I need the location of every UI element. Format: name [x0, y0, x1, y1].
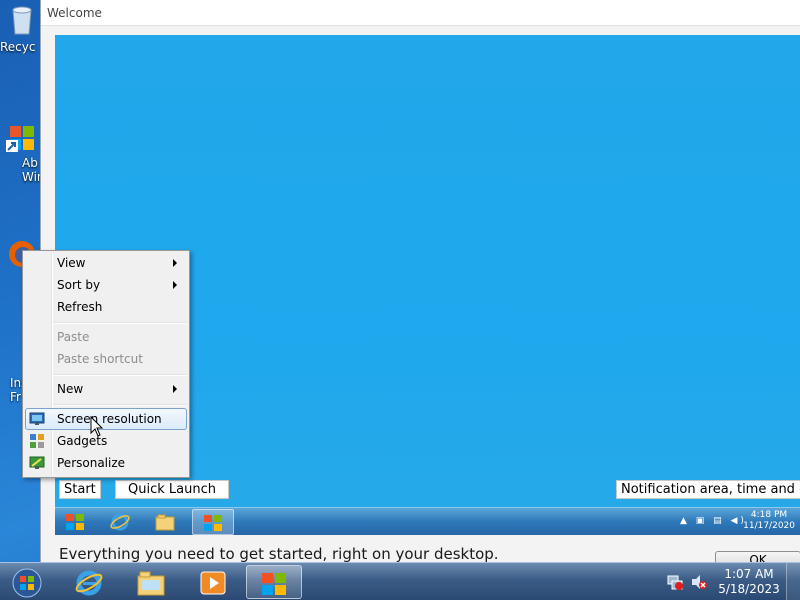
welcome-body-text: Everything you need to get started, righ…	[59, 545, 499, 563]
menu-separator	[53, 404, 187, 406]
volume-muted-icon[interactable]	[690, 573, 708, 591]
quick-launch-label: Quick Launch	[115, 480, 229, 499]
network-status-icon[interactable]	[666, 573, 684, 591]
internet-explorer-icon	[110, 513, 130, 531]
desktop-icon-recycle-bin[interactable]: Recyc	[0, 4, 40, 54]
preview-tray-icons: ▲ ▣ ▤ ◀)	[680, 516, 747, 526]
screen-resolution-icon	[29, 412, 45, 425]
window-titlebar[interactable]: Welcome	[41, 0, 800, 26]
desktop-icon-label: Recyc	[0, 40, 36, 54]
menu-item-screen-resolution[interactable]: Screen resolution	[25, 408, 187, 430]
recycle-bin-icon	[12, 6, 32, 35]
submenu-arrow-icon	[173, 385, 177, 393]
menu-item-gadgets[interactable]: Gadgets	[25, 430, 187, 452]
windows-start-orb-icon	[12, 568, 42, 598]
taskbar-media-player[interactable]	[186, 565, 242, 599]
taskbar-clock[interactable]: 1:07 AM 5/18/2023	[718, 567, 780, 597]
windows-logo-icon	[262, 573, 286, 595]
taskbar-welcome-center[interactable]	[246, 565, 302, 599]
menu-item-new[interactable]: New	[25, 378, 187, 400]
submenu-arrow-icon	[173, 281, 177, 289]
personalize-icon	[29, 456, 45, 469]
start-button[interactable]	[0, 565, 54, 599]
windows-shortcut-icon	[6, 126, 34, 152]
folder-icon	[137, 571, 165, 596]
windows-logo-icon	[66, 514, 84, 530]
gadgets-icon	[30, 434, 44, 448]
mouse-cursor-icon	[90, 416, 104, 437]
menu-item-sort-by[interactable]: Sort by	[25, 274, 187, 296]
menu-separator	[53, 322, 187, 324]
internet-explorer-icon	[75, 570, 103, 596]
taskbar: 1:07 AM 5/18/2023	[0, 562, 800, 600]
notification-area-label: Notification area, time and date	[616, 480, 800, 499]
desktop-icon-label: Ab Wind	[22, 156, 40, 184]
menu-item-view[interactable]: View	[25, 252, 187, 274]
desktop-context-menu: View Sort by Refresh Paste Paste shortcu…	[22, 250, 190, 478]
clock-time: 1:07 AM	[724, 567, 774, 581]
preview-taskbar: ▲ ▣ ▤ ◀) 4:18 PM 11/17/2020	[55, 507, 800, 535]
media-player-icon	[200, 571, 226, 595]
start-label: Start	[59, 480, 101, 499]
windows-logo-icon	[204, 515, 222, 531]
menu-separator	[53, 374, 187, 376]
menu-item-refresh[interactable]: Refresh	[25, 296, 187, 318]
desktop-icon-shortcut[interactable]: Ab Wind	[0, 120, 40, 184]
show-desktop-button[interactable]	[786, 563, 800, 600]
menu-item-personalize[interactable]: Personalize	[25, 452, 187, 474]
preview-clock: 4:18 PM 11/17/2020	[743, 510, 795, 531]
window-title: Welcome	[47, 6, 102, 20]
menu-item-paste-shortcut[interactable]: Paste shortcut	[25, 348, 187, 370]
clock-date: 5/18/2023	[718, 582, 780, 596]
taskbar-internet-explorer[interactable]	[62, 565, 118, 599]
taskbar-windows-explorer[interactable]	[124, 565, 180, 599]
folder-icon	[155, 514, 175, 531]
submenu-arrow-icon	[173, 259, 177, 267]
menu-item-paste[interactable]: Paste	[25, 326, 187, 348]
preview-active-button	[192, 509, 234, 535]
